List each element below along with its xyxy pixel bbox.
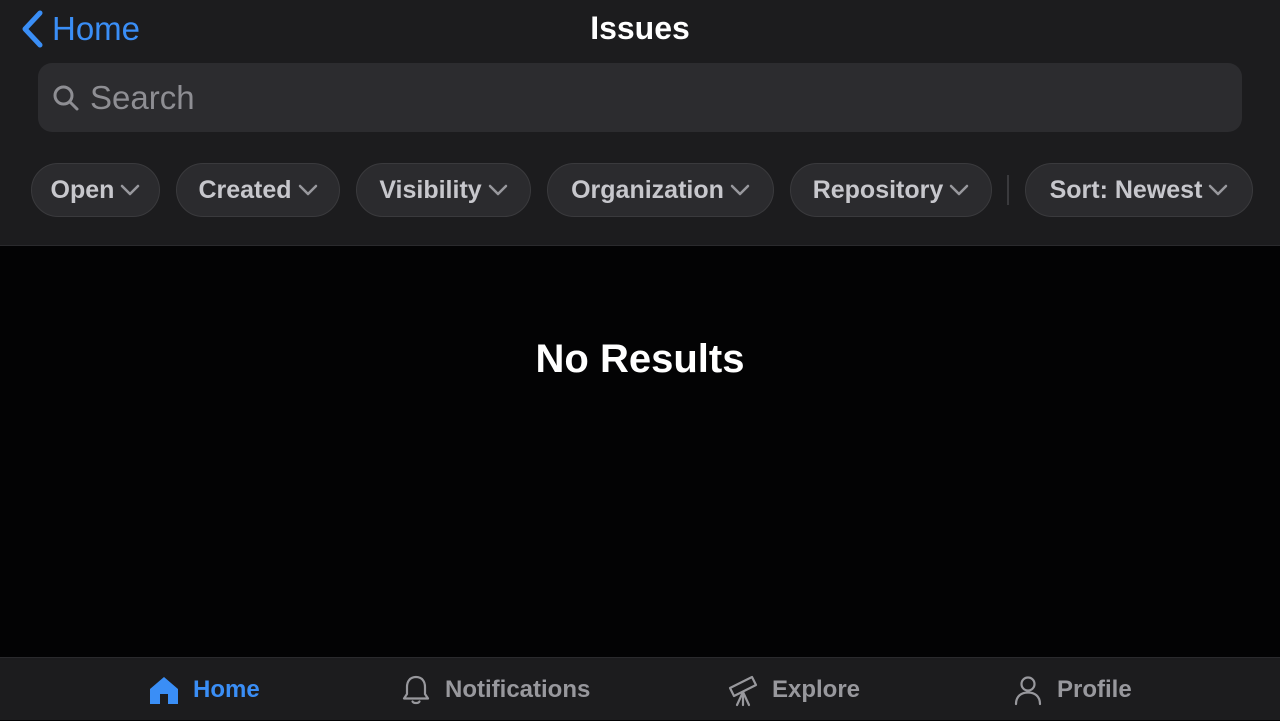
chevron-down-icon xyxy=(730,184,750,196)
filter-open-chip[interactable]: Open xyxy=(31,163,160,217)
tab-explore-label: Explore xyxy=(772,675,861,703)
filter-open-label: Open xyxy=(50,175,115,204)
back-button-label: Home xyxy=(52,10,141,47)
tab-home-label: Home xyxy=(193,675,260,703)
chevron-down-icon xyxy=(121,184,140,196)
filter-repository-chip[interactable]: Repository xyxy=(790,163,992,217)
tab-explore[interactable]: Explore xyxy=(726,658,860,721)
person-icon xyxy=(1014,675,1042,705)
tab-profile[interactable]: Profile xyxy=(1011,658,1132,721)
back-button[interactable]: Home xyxy=(20,8,140,50)
filter-organization-chip[interactable]: Organization xyxy=(547,163,774,217)
chevron-left-icon xyxy=(22,10,43,48)
house-icon xyxy=(150,676,178,704)
chevron-down-icon xyxy=(950,184,969,196)
search-input[interactable] xyxy=(90,63,1242,132)
sort-label: Sort: Newest xyxy=(1049,175,1203,204)
filter-created-chip[interactable]: Created xyxy=(176,163,340,217)
bell-icon xyxy=(402,675,430,704)
filter-repository-label: Repository xyxy=(812,175,944,204)
filter-divider xyxy=(1007,175,1009,205)
chevron-down-icon xyxy=(488,184,507,196)
tab-bar: Home Notifications Explore Profile xyxy=(0,657,1280,720)
sort-chip[interactable]: Sort: Newest xyxy=(1025,163,1253,217)
telescope-icon xyxy=(728,675,758,706)
filter-organization-label: Organization xyxy=(571,175,724,204)
page-title: Issues xyxy=(590,10,690,46)
tab-home[interactable]: Home xyxy=(147,658,260,721)
tab-profile-label: Profile xyxy=(1057,675,1132,703)
search-bar[interactable] xyxy=(38,63,1242,132)
tab-notifications[interactable]: Notifications xyxy=(399,658,590,721)
tab-notifications-label: Notifications xyxy=(445,675,591,703)
search-icon xyxy=(53,85,79,110)
chevron-down-icon xyxy=(298,184,317,196)
navigation-header: Home Issues Open Created Visibility Orga… xyxy=(0,0,1280,246)
filter-visibility-chip[interactable]: Visibility xyxy=(356,163,531,217)
filter-created-label: Created xyxy=(198,175,292,204)
filter-visibility-label: Visibility xyxy=(379,175,482,204)
empty-state-title: No Results xyxy=(535,337,745,381)
chevron-down-icon xyxy=(1209,184,1228,196)
